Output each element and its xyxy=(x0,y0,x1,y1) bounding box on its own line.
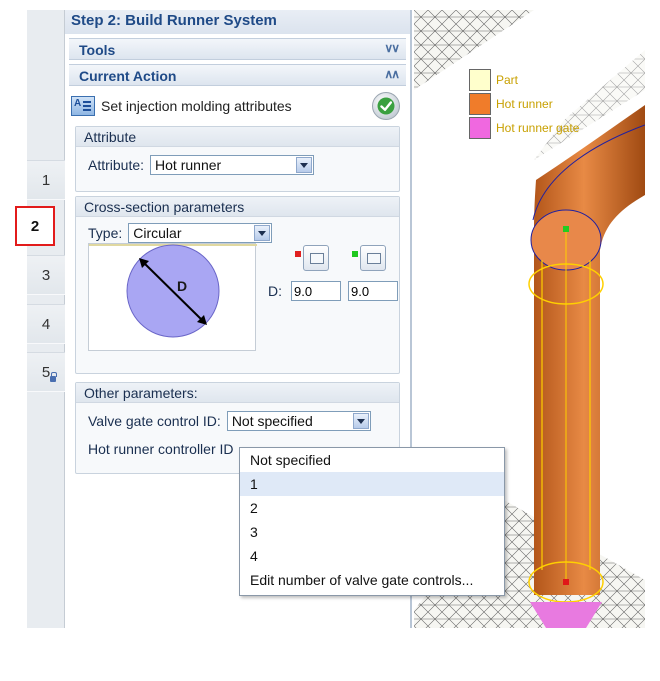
diameter-label: D: xyxy=(268,283,282,299)
step-tab-5[interactable]: 5 xyxy=(27,352,65,392)
attribute-value: Hot runner xyxy=(155,157,222,173)
cross-section-header: Cross-section parameters xyxy=(76,197,399,217)
end-point-marker xyxy=(352,251,358,257)
tools-section-header[interactable]: Tools ∨∨ xyxy=(69,38,406,60)
step-tab-4[interactable]: 4 xyxy=(27,304,65,344)
valve-gate-label: Valve gate control ID: xyxy=(88,413,221,429)
chevron-up-icon[interactable]: ∧∧ xyxy=(384,67,400,81)
start-point-marker xyxy=(295,251,301,257)
option-edit-valve-gate-controls[interactable]: Edit number of valve gate controls... xyxy=(240,568,504,592)
attributes-icon xyxy=(71,96,95,116)
attribute-group-header: Attribute xyxy=(76,127,399,147)
dropdown-arrow-icon[interactable] xyxy=(254,225,271,241)
pick-end-diameter-button[interactable] xyxy=(360,245,386,271)
section-type-value: Circular xyxy=(133,225,182,241)
option-not-specified[interactable]: Not specified xyxy=(240,448,504,472)
valve-gate-options-list: Not specified 1 2 3 4 Edit number of val… xyxy=(239,447,505,596)
valve-gate-dropdown[interactable]: Not specified xyxy=(226,411,371,431)
tools-header-label: Tools xyxy=(79,42,116,58)
cross-section-preview: D xyxy=(88,243,257,351)
legend-label: Hot runner xyxy=(496,97,553,111)
hot-runner-swatch xyxy=(469,93,491,115)
step-tab-1[interactable]: 1 xyxy=(27,160,65,200)
section-type-dropdown[interactable]: Circular xyxy=(128,223,273,243)
ok-checkmark-button[interactable] xyxy=(372,92,400,120)
step-tab-3[interactable]: 3 xyxy=(27,255,65,295)
controller-label: Hot runner controller ID xyxy=(88,441,234,457)
dropdown-arrow-icon[interactable] xyxy=(296,157,313,173)
step-navigation: 1 2 3 4 5 xyxy=(15,10,65,628)
step-label: 3 xyxy=(41,266,51,284)
valve-gate-value: Not specified xyxy=(231,413,313,429)
step-label: 1 xyxy=(41,171,51,189)
current-action-header[interactable]: Current Action ∧∧ xyxy=(69,64,406,86)
attribute-label: Attribute: xyxy=(88,157,145,173)
end-diameter-input[interactable] xyxy=(348,281,398,301)
option-3[interactable]: 3 xyxy=(240,520,504,544)
checkmark-icon xyxy=(377,97,395,115)
dropdown-arrow-icon[interactable] xyxy=(352,413,369,429)
option-1[interactable]: 1 xyxy=(240,472,504,496)
legend-label: Hot runner gate xyxy=(496,121,580,135)
lock-icon xyxy=(50,372,57,382)
attribute-dropdown[interactable]: Hot runner xyxy=(150,155,315,175)
step-label: 5 xyxy=(41,363,51,381)
type-label: Type: xyxy=(88,225,123,241)
panel-title: Step 2: Build Runner System xyxy=(65,10,410,34)
option-4[interactable]: 4 xyxy=(240,544,504,568)
color-legend: Part Hot runner Hot runner gate xyxy=(469,68,579,140)
circle-diagram xyxy=(89,244,257,338)
step-label: 4 xyxy=(41,315,51,333)
chevron-down-icon[interactable]: ∨∨ xyxy=(384,41,400,55)
action-label: Set injection molding attributes xyxy=(101,98,292,114)
cross-section-group: Cross-section parameters Type: Circular … xyxy=(75,196,400,374)
start-diameter-input[interactable] xyxy=(291,281,341,301)
legend-item-part: Part xyxy=(469,68,579,92)
step-tab-2[interactable]: 2 xyxy=(15,206,55,246)
pick-start-diameter-button[interactable] xyxy=(303,245,329,271)
legend-item-hot-runner-gate: Hot runner gate xyxy=(469,116,579,140)
attribute-group: Attribute Attribute: Hot runner xyxy=(75,126,400,192)
action-row: Set injection molding attributes xyxy=(71,90,404,122)
diameter-symbol: D xyxy=(177,278,188,294)
legend-label: Part xyxy=(496,73,519,87)
part-swatch xyxy=(469,69,491,91)
other-parameters-header: Other parameters: xyxy=(76,383,399,403)
hot-runner-gate-swatch xyxy=(469,117,491,139)
legend-item-hot-runner: Hot runner xyxy=(469,92,579,116)
current-action-label: Current Action xyxy=(79,68,177,84)
option-2[interactable]: 2 xyxy=(240,496,504,520)
step-label: 2 xyxy=(30,217,40,235)
